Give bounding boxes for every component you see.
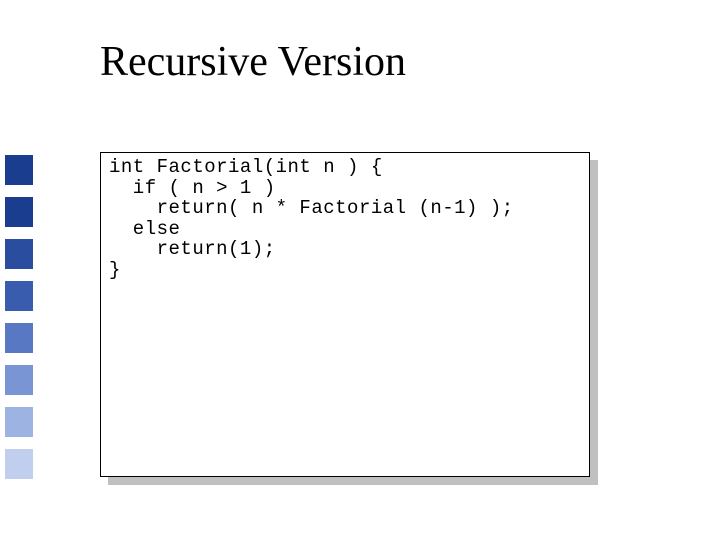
- slide-title: Recursive Version: [100, 38, 406, 86]
- code-line: return( n * Factorial (n-1) );: [109, 198, 581, 219]
- code-line: if ( n > 1 ): [109, 178, 581, 199]
- sidebar-block: [5, 155, 33, 185]
- sidebar-decoration: [0, 0, 38, 540]
- code-line: return(1);: [109, 239, 581, 260]
- code-line: int Factorial(int n ) {: [109, 157, 581, 178]
- code-line: else: [109, 219, 581, 240]
- code-box: int Factorial(int n ) { if ( n > 1 ) ret…: [100, 152, 590, 477]
- sidebar-block: [5, 449, 33, 479]
- sidebar-block: [5, 197, 33, 227]
- sidebar-block: [5, 365, 33, 395]
- sidebar-block: [5, 407, 33, 437]
- sidebar-block: [5, 281, 33, 311]
- sidebar-block: [5, 323, 33, 353]
- sidebar-block: [5, 239, 33, 269]
- code-line: }: [109, 260, 581, 281]
